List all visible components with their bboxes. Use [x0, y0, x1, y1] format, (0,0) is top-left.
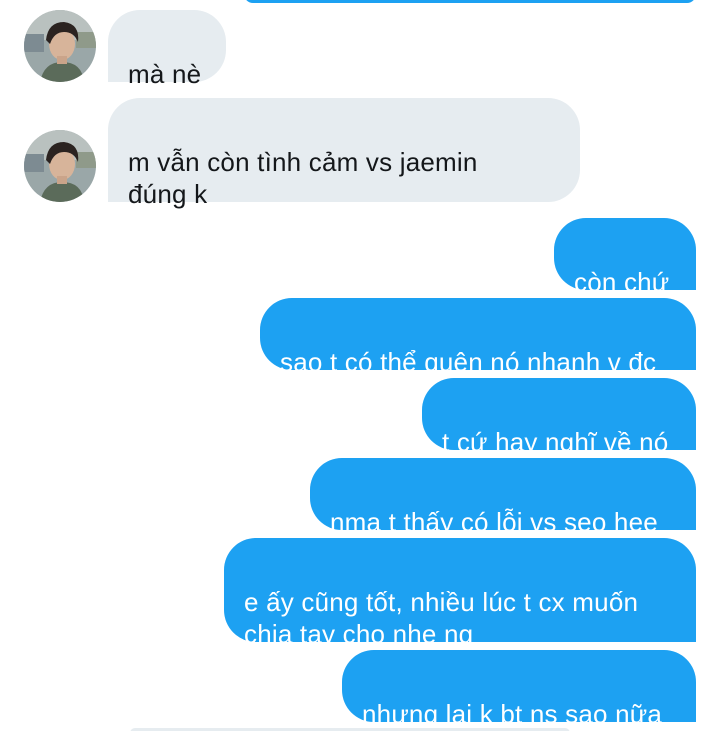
message-text: sao t có thể quên nó nhanh v đc [280, 347, 657, 377]
message-text: nma t thấy có lỗi vs seo hee [330, 507, 658, 537]
avatar-photo-icon [24, 10, 96, 82]
sent-message[interactable]: nma t thấy có lỗi vs seo hee [310, 458, 696, 537]
message-thread[interactable]: mà nè m vẫn còn tình cảm vs jaemin đúng … [0, 0, 720, 731]
message-text: t cứ hay nghĩ về nó [442, 427, 669, 457]
received-message[interactable]: m vẫn còn tình cảm vs jaemin đúng k [108, 98, 580, 209]
contact-avatar[interactable] [24, 10, 96, 82]
received-message[interactable]: mà nè [108, 10, 226, 89]
sent-message[interactable]: sao t có thể quên nó nhanh v đc [260, 298, 696, 377]
message-text: m vẫn còn tình cảm vs jaemin đúng k [128, 147, 478, 209]
previous-sent-message[interactable] [244, 0, 696, 3]
contact-avatar[interactable] [24, 130, 96, 202]
message-text: mà nè [128, 59, 202, 89]
message-text: e ấy cũng tốt, nhiều lúc t cx muốn chia … [244, 587, 639, 649]
sent-message[interactable]: t cứ hay nghĩ về nó [422, 378, 696, 457]
sent-message[interactable]: còn chứ [554, 218, 696, 297]
message-text: nhưng lại k bt ns sao nữa [362, 699, 662, 729]
sent-message[interactable]: e ấy cũng tốt, nhiều lúc t cx muốn chia … [224, 538, 696, 649]
sent-message[interactable]: nhưng lại k bt ns sao nữa [342, 650, 696, 729]
message-text: còn chứ [574, 267, 670, 297]
avatar-photo-icon [24, 130, 96, 202]
